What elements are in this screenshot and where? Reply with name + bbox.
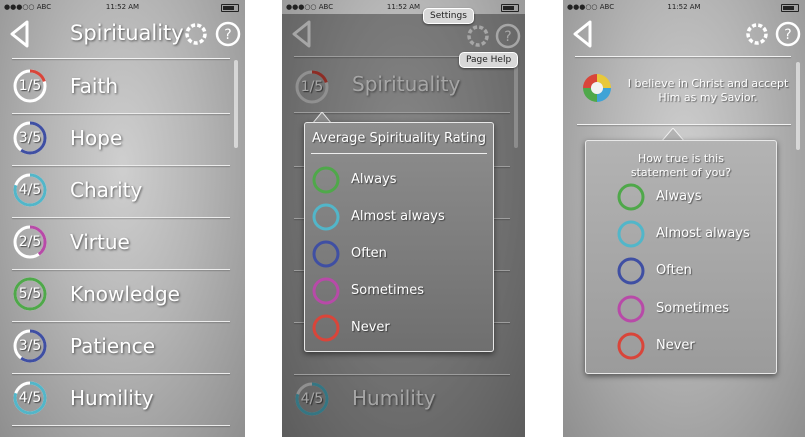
always-circle-icon — [312, 166, 340, 194]
rating-legend-popup: Average Spirituality Rating Always Almos… — [304, 122, 494, 352]
rating-ring: 4/5 — [12, 380, 48, 416]
rating-ring: 4/5 — [12, 172, 48, 208]
list-item-virtue[interactable]: 2/5 Virtue — [12, 218, 230, 270]
battery-icon — [221, 4, 239, 12]
option-label: Almost always — [656, 226, 750, 241]
item-label: Hope — [70, 126, 123, 150]
always-circle-icon — [617, 183, 645, 211]
option-label: Often — [351, 246, 387, 261]
sometimes-circle-icon — [617, 295, 645, 323]
option-label: Sometimes — [656, 301, 730, 316]
rating-ring: 3/5 — [12, 120, 48, 156]
never-circle-icon — [617, 332, 645, 360]
item-label: Patience — [70, 334, 156, 358]
list-item-patience[interactable]: 3/5 Patience — [12, 322, 230, 374]
status-bar: ●●●○○ ABC 11:52 AM — [282, 0, 525, 14]
statement-text: I believe in Christ and accept Him as my… — [627, 77, 789, 104]
rating-fraction: 2/5 — [18, 234, 42, 250]
list-item-hope[interactable]: 3/5 Hope — [12, 114, 230, 166]
rating-ring: 3/5 — [12, 328, 48, 364]
rating-ring: 5/5 — [12, 276, 48, 312]
back-arrow-icon[interactable] — [569, 19, 597, 49]
rating-fraction: 1/5 — [18, 78, 42, 94]
rating-ring: 2/5 — [12, 224, 48, 260]
status-bar: ●●●○○ ABC 11:52 AM — [0, 0, 245, 14]
page-title: Spirituality — [70, 21, 184, 45]
rating-fraction: 5/5 — [18, 286, 42, 302]
statement-divider — [577, 124, 791, 125]
help-icon[interactable]: ? — [775, 21, 801, 47]
back-arrow-icon[interactable] — [6, 19, 34, 49]
rating-fraction: 4/5 — [18, 182, 42, 198]
statement-rating-popup: How true is this statement of you? Alway… — [585, 140, 777, 374]
popup-title: Average Spirituality Rating — [312, 131, 486, 146]
option-label: Almost always — [351, 209, 445, 224]
item-label: Knowledge — [70, 282, 180, 306]
option-label: Always — [351, 172, 397, 187]
rating-fraction: 3/5 — [18, 338, 42, 354]
list-item-faith[interactable]: 1/5 Faith — [12, 62, 230, 114]
list-item-charity[interactable]: 4/5 Charity — [12, 166, 230, 218]
often-circle-icon — [617, 257, 645, 285]
often-circle-icon — [312, 240, 340, 268]
sometimes-circle-icon — [312, 277, 340, 305]
header-divider — [12, 58, 230, 59]
page-help-tooltip: Page Help — [459, 52, 519, 68]
rating-fraction: 3/5 — [18, 130, 42, 146]
item-label: Charity — [70, 178, 143, 202]
row-divider — [12, 425, 230, 426]
option-label: Never — [351, 320, 390, 335]
question-text: How true is this statement of you? — [630, 152, 732, 179]
settings-gear-icon[interactable] — [744, 21, 770, 47]
battery-icon — [781, 4, 799, 12]
scrollbar[interactable] — [796, 62, 800, 150]
option-label: Always — [656, 189, 702, 204]
settings-tooltip: Settings — [423, 8, 474, 24]
help-icon[interactable]: ? — [215, 21, 241, 47]
popup-divider — [311, 153, 487, 154]
status-time: 11:52 AM — [105, 3, 140, 11]
screen-spirituality-list: ●●●○○ ABC 11:52 AM Spirituality ? 1/5 Fa… — [0, 0, 245, 437]
svg-text:?: ? — [784, 27, 791, 43]
never-circle-icon — [312, 314, 340, 342]
screen-statement-rating: ●●●○○ ABC 11:52 AM ? I believe in Christ… — [563, 0, 805, 437]
rating-ring: 1/5 — [12, 68, 48, 104]
svg-text:?: ? — [224, 27, 231, 43]
status-bar: ●●●○○ ABC 11:52 AM — [563, 0, 805, 14]
option-label: Sometimes — [351, 283, 425, 298]
list-item-humility[interactable]: 4/5 Humility — [12, 374, 230, 426]
scrollbar[interactable] — [234, 60, 238, 148]
almost-always-circle-icon — [617, 220, 645, 248]
option-label: Never — [656, 338, 695, 353]
list-item-knowledge[interactable]: 5/5 Knowledge — [12, 270, 230, 322]
header-divider — [575, 56, 791, 57]
rating-fraction: 4/5 — [18, 390, 42, 406]
status-time: 11:52 AM — [386, 3, 421, 11]
option-label: Often — [656, 263, 692, 278]
status-time: 11:52 AM — [667, 3, 701, 11]
settings-gear-icon[interactable] — [183, 21, 209, 47]
screen-rating-legend: ●●●○○ ABC 11:52 AM ? 1/5 Spirituality 4/… — [282, 0, 525, 437]
item-label: Humility — [70, 386, 154, 410]
item-label: Virtue — [70, 230, 130, 254]
battery-icon — [501, 4, 519, 12]
item-label: Faith — [70, 74, 118, 98]
almost-always-circle-icon — [312, 203, 340, 231]
category-logo-icon — [583, 74, 611, 102]
